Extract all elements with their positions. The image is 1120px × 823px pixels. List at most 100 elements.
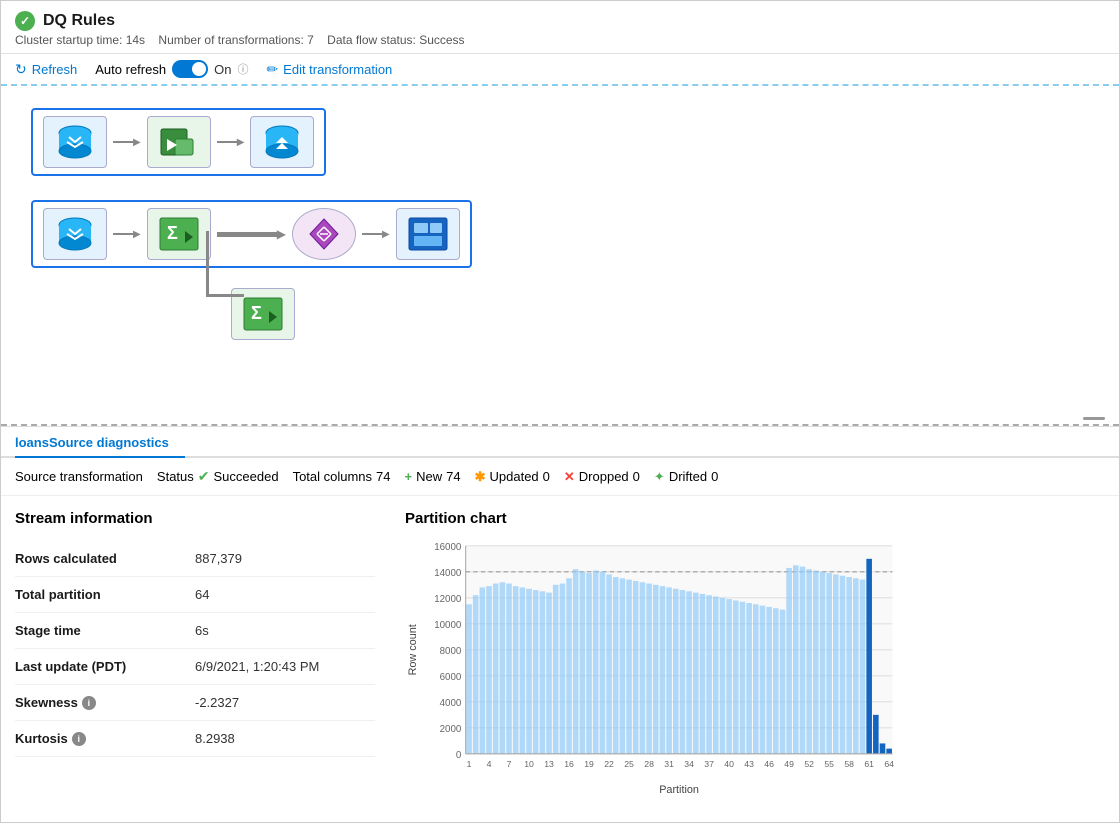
split-node[interactable] — [292, 208, 356, 260]
svg-text:13: 13 — [544, 759, 554, 769]
svg-text:61: 61 — [864, 759, 874, 769]
drifted-icon: ✦ — [654, 469, 665, 485]
transform-node-1[interactable] — [147, 116, 211, 168]
svg-text:14000: 14000 — [434, 568, 462, 579]
total-columns-label: Total columns — [293, 469, 372, 484]
status-bar: Source transformation Status ✔ Succeeded… — [1, 458, 1119, 496]
auto-refresh-toggle[interactable] — [172, 60, 208, 78]
header-meta: Cluster startup time: 14s Number of tran… — [15, 33, 1105, 47]
info-value: 887,379 — [195, 551, 242, 566]
status-check-icon: ✔ — [198, 468, 210, 485]
info-label: Stage time — [15, 623, 195, 638]
transformations-count: Number of transformations: 7 — [158, 33, 313, 47]
svg-text:7: 7 — [507, 759, 512, 769]
cluster-startup: Cluster startup time: 14s — [15, 33, 145, 47]
svg-text:58: 58 — [844, 759, 854, 769]
info-row: Last update (PDT)6/9/2021, 1:20:43 PM — [15, 649, 375, 685]
info-row: Rows calculated887,379 — [15, 541, 375, 577]
info-value: 64 — [195, 587, 209, 602]
updated-item: ✱ Updated 0 — [475, 469, 550, 485]
flow-canvas: ▶ ▶ — [1, 86, 1119, 426]
svg-text:Σ: Σ — [251, 303, 262, 323]
flow-row-2: ▶ Σ ▶ — [31, 200, 472, 268]
drifted-value: 0 — [711, 469, 718, 484]
partition-chart: Partition chart 020004000600080001000012… — [405, 510, 1105, 795]
total-columns-value: 74 — [376, 469, 390, 484]
svg-text:19: 19 — [584, 759, 594, 769]
main-container: ✓ DQ Rules Cluster startup time: 14s Num… — [0, 0, 1120, 823]
svg-text:16000: 16000 — [434, 542, 462, 553]
info-label: Skewnessi — [15, 695, 195, 710]
output-node-1[interactable] — [396, 208, 460, 260]
info-icon[interactable]: ⓘ — [237, 61, 248, 77]
status-item: Status ✔ Succeeded — [157, 468, 279, 485]
svg-text:22: 22 — [604, 759, 614, 769]
svg-text:34: 34 — [684, 759, 694, 769]
svg-text:49: 49 — [784, 759, 794, 769]
svg-text:Σ: Σ — [167, 223, 178, 243]
source-transformation-label: Source transformation — [15, 469, 143, 484]
diag-tabs: loansSource diagnostics — [1, 427, 1119, 458]
status-text: Status — [157, 469, 194, 484]
info-label: Total partition — [15, 587, 195, 602]
updated-value: 0 — [543, 469, 550, 484]
drifted-label: Drifted — [669, 469, 707, 484]
svg-text:43: 43 — [744, 759, 754, 769]
svg-text:10: 10 — [524, 759, 534, 769]
new-label: New — [416, 469, 442, 484]
svg-text:52: 52 — [804, 759, 814, 769]
toolbar: ↻ Refresh Auto refresh On ⓘ ✏ Edit trans… — [1, 54, 1119, 86]
success-icon: ✓ — [15, 11, 35, 31]
svg-text:25: 25 — [624, 759, 634, 769]
svg-text:1: 1 — [467, 759, 472, 769]
info-row: Total partition64 — [15, 577, 375, 613]
svg-text:55: 55 — [824, 759, 834, 769]
updated-icon: ✱ — [475, 469, 486, 485]
chart-container: 0200040006000800010000120001400016000147… — [405, 535, 1105, 795]
flow-row-1: ▶ ▶ — [31, 108, 326, 176]
auto-refresh-label: Auto refresh — [95, 62, 166, 77]
svg-text:10000: 10000 — [434, 620, 462, 631]
svg-text:8000: 8000 — [440, 646, 462, 657]
source-node-2[interactable] — [43, 208, 107, 260]
header-title: ✓ DQ Rules — [15, 11, 1105, 31]
stream-info-title: Stream information — [15, 510, 375, 527]
new-icon: + — [405, 469, 413, 484]
updated-label: Updated — [490, 469, 539, 484]
source-node-1[interactable] — [43, 116, 107, 168]
drifted-item: ✦ Drifted 0 — [654, 469, 718, 485]
dropped-value: 0 — [633, 469, 640, 484]
svg-text:12000: 12000 — [434, 594, 462, 605]
page-title: DQ Rules — [43, 12, 115, 30]
info-row: Skewnessi-2.2327 — [15, 685, 375, 721]
info-tooltip-icon[interactable]: i — [72, 732, 86, 746]
new-value: 74 — [446, 469, 460, 484]
info-value: 8.2938 — [195, 731, 235, 746]
info-value: -2.2327 — [195, 695, 239, 710]
refresh-label: Refresh — [32, 62, 78, 77]
svg-text:46: 46 — [764, 759, 774, 769]
info-tooltip-icon[interactable]: i — [82, 696, 96, 710]
sink-node-1[interactable] — [250, 116, 314, 168]
info-label: Kurtosisi — [15, 731, 195, 746]
info-value: 6/9/2021, 1:20:43 PM — [195, 659, 319, 674]
svg-text:Partition: Partition — [659, 784, 699, 795]
svg-text:4000: 4000 — [440, 698, 462, 709]
stream-info: Stream information Rows calculated887,37… — [15, 510, 375, 795]
refresh-button[interactable]: ↻ Refresh — [15, 61, 77, 78]
chart-title: Partition chart — [405, 510, 1105, 527]
info-value: 6s — [195, 623, 209, 638]
diag-tab-loans[interactable]: loansSource diagnostics — [15, 427, 185, 458]
refresh-icon: ↻ — [15, 61, 27, 78]
diagnostics-panel: loansSource diagnostics Source transform… — [1, 426, 1119, 822]
aggregate-node-1[interactable]: Σ — [147, 208, 211, 260]
svg-text:Row count: Row count — [407, 624, 419, 675]
svg-text:2000: 2000 — [440, 724, 462, 735]
svg-text:64: 64 — [884, 759, 894, 769]
svg-text:16: 16 — [564, 759, 574, 769]
new-item: + New 74 — [405, 469, 461, 484]
edit-transformation-button[interactable]: ✏ Edit transformation — [266, 61, 392, 78]
info-label: Last update (PDT) — [15, 659, 195, 674]
total-columns-item: Total columns 74 — [293, 469, 391, 484]
edit-icon: ✏ — [266, 61, 278, 78]
